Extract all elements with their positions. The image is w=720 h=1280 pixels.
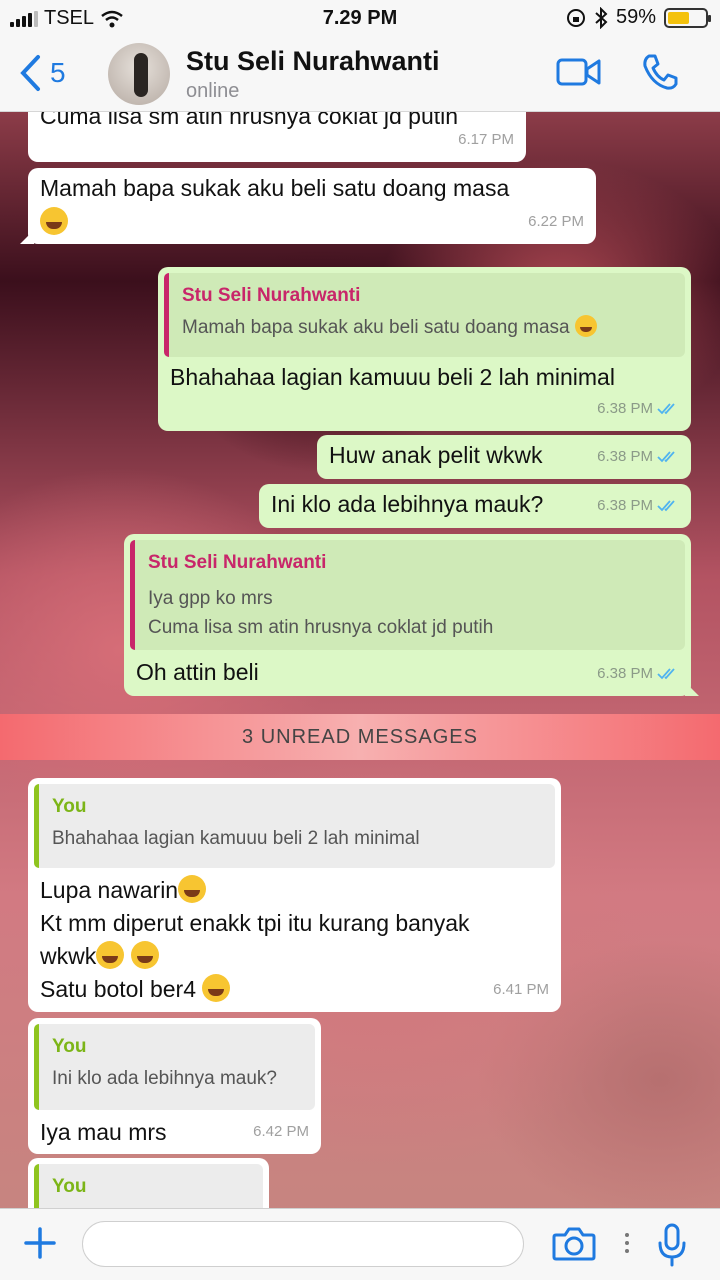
contact-name[interactable]: Stu Seli Nurahwanti bbox=[186, 46, 440, 77]
quoted-text: Ini klo ada lebihnya mauk? bbox=[52, 1068, 277, 1089]
message-bubble[interactable]: Ini klo ada lebihnya mauk? 6.38 PM bbox=[259, 484, 691, 528]
message-bubble[interactable]: Cuma lisa sm atin hrusnya coklat jd puti… bbox=[28, 112, 526, 162]
quoted-text: Bhahahaa lagian kamuuu beli 2 lah minima… bbox=[52, 828, 420, 849]
quoted-text: Cuma lisa sm atin hrusnya coklat jd puti… bbox=[148, 617, 494, 638]
composer-bar bbox=[0, 1208, 720, 1280]
message-bubble[interactable]: Huw anak pelit wkwk 6.38 PM bbox=[317, 435, 691, 479]
message-text: Kt mm diperut enakk tpi itu kurang banya… bbox=[40, 910, 470, 936]
quoted-sender: You bbox=[52, 1176, 87, 1197]
message-list[interactable]: Cuma lisa sm atin hrusnya coklat jd puti… bbox=[0, 112, 720, 1208]
status-bar: TSEL 7.29 PM 59% bbox=[0, 0, 720, 36]
read-receipt-icon bbox=[657, 450, 675, 462]
message-time: 6.41 PM bbox=[493, 981, 549, 998]
message-bubble[interactable]: You Ini klo ada lebihnya mauk? Iya mau m… bbox=[28, 1018, 321, 1154]
message-time: 6.22 PM bbox=[528, 213, 584, 230]
quoted-sender: You bbox=[52, 796, 87, 817]
mic-icon[interactable] bbox=[656, 1223, 688, 1267]
message-time: 6.17 PM bbox=[458, 131, 514, 148]
message-time: 6.38 PM bbox=[597, 448, 653, 465]
laughing-emoji-icon bbox=[40, 207, 68, 235]
quoted-text: Iya gpp ko mrs bbox=[148, 588, 273, 609]
message-bubble[interactable]: Stu Seli Nurahwanti Iya gpp ko mrs Cuma l… bbox=[124, 534, 699, 696]
unread-messages-divider: 3 UNREAD MESSAGES bbox=[0, 714, 720, 760]
read-receipt-icon bbox=[657, 402, 675, 414]
back-button[interactable]: 5 bbox=[18, 54, 66, 92]
laughing-emoji-icon bbox=[178, 875, 207, 903]
laughing-emoji-icon bbox=[574, 315, 597, 337]
message-text: Lupa nawarin bbox=[40, 877, 179, 903]
message-text: Cuma lisa sm atin hrusnya coklat jd puti… bbox=[40, 112, 459, 129]
quoted-message[interactable]: You Ini klo ada lebihnya mauk? bbox=[34, 1024, 315, 1110]
message-input[interactable] bbox=[82, 1221, 524, 1267]
message-text: wkwk bbox=[40, 943, 97, 969]
message-bubble[interactable]: Stu Seli Nurahwanti Mamah bapa sukak aku… bbox=[158, 267, 691, 431]
quoted-sender: Stu Seli Nurahwanti bbox=[148, 552, 327, 573]
quoted-message[interactable]: Stu Seli Nurahwanti Iya gpp ko mrs Cuma l… bbox=[130, 540, 685, 650]
more-divider-icon bbox=[625, 1233, 629, 1253]
read-receipt-icon bbox=[657, 499, 675, 511]
back-chevron-icon bbox=[20, 55, 40, 91]
video-call-icon[interactable] bbox=[556, 56, 602, 88]
message-text: Mamah bapa sukak aku beli satu doang mas… bbox=[40, 175, 510, 201]
message-time: 6.38 PM bbox=[597, 400, 653, 417]
phone-icon[interactable] bbox=[640, 52, 680, 92]
quoted-sender: You bbox=[52, 1036, 87, 1057]
message-bubble[interactable]: Mamah bapa sukak aku beli satu doang mas… bbox=[20, 168, 596, 244]
plus-icon[interactable] bbox=[22, 1223, 58, 1263]
chat-header: 5 Stu Seli Nurahwanti online bbox=[0, 36, 720, 112]
message-text: Satu botol ber4 bbox=[40, 976, 197, 1002]
contact-status: online bbox=[186, 80, 240, 102]
quoted-text: Mamah bapa sukak aku beli satu doang mas… bbox=[182, 317, 570, 338]
smiling-emoji-icon bbox=[130, 941, 159, 969]
unread-chats-count: 5 bbox=[50, 57, 66, 88]
message-time: 6.38 PM bbox=[597, 665, 653, 682]
quoted-message[interactable]: Stu Seli Nurahwanti Mamah bapa sukak aku… bbox=[164, 273, 685, 357]
quoted-message[interactable]: You Bhahahaa lagian kamuuu beli 2 lah mi… bbox=[34, 784, 555, 868]
quoted-message[interactable]: You bbox=[34, 1164, 263, 1208]
message-text: Bhahahaa lagian kamuuu beli 2 lah minima… bbox=[170, 364, 615, 390]
bluetooth-icon bbox=[595, 6, 608, 29]
quoted-sender: Stu Seli Nurahwanti bbox=[182, 285, 361, 306]
sweat-smile-emoji-icon bbox=[202, 974, 231, 1002]
message-time: 6.42 PM bbox=[253, 1123, 309, 1140]
camera-icon[interactable] bbox=[552, 1227, 596, 1261]
orientation-lock-icon bbox=[566, 8, 585, 27]
message-bubble[interactable]: You Bhahahaa lagian kamuuu beli 2 lah mi… bbox=[28, 778, 561, 1012]
avatar[interactable] bbox=[108, 43, 170, 105]
read-receipt-icon bbox=[657, 667, 675, 679]
grinning-emoji-icon bbox=[96, 941, 125, 969]
battery-percent: 59% bbox=[615, 6, 656, 28]
message-bubble[interactable]: You bbox=[28, 1158, 269, 1208]
battery-icon bbox=[664, 7, 711, 28]
message-time: 6.38 PM bbox=[597, 497, 653, 514]
